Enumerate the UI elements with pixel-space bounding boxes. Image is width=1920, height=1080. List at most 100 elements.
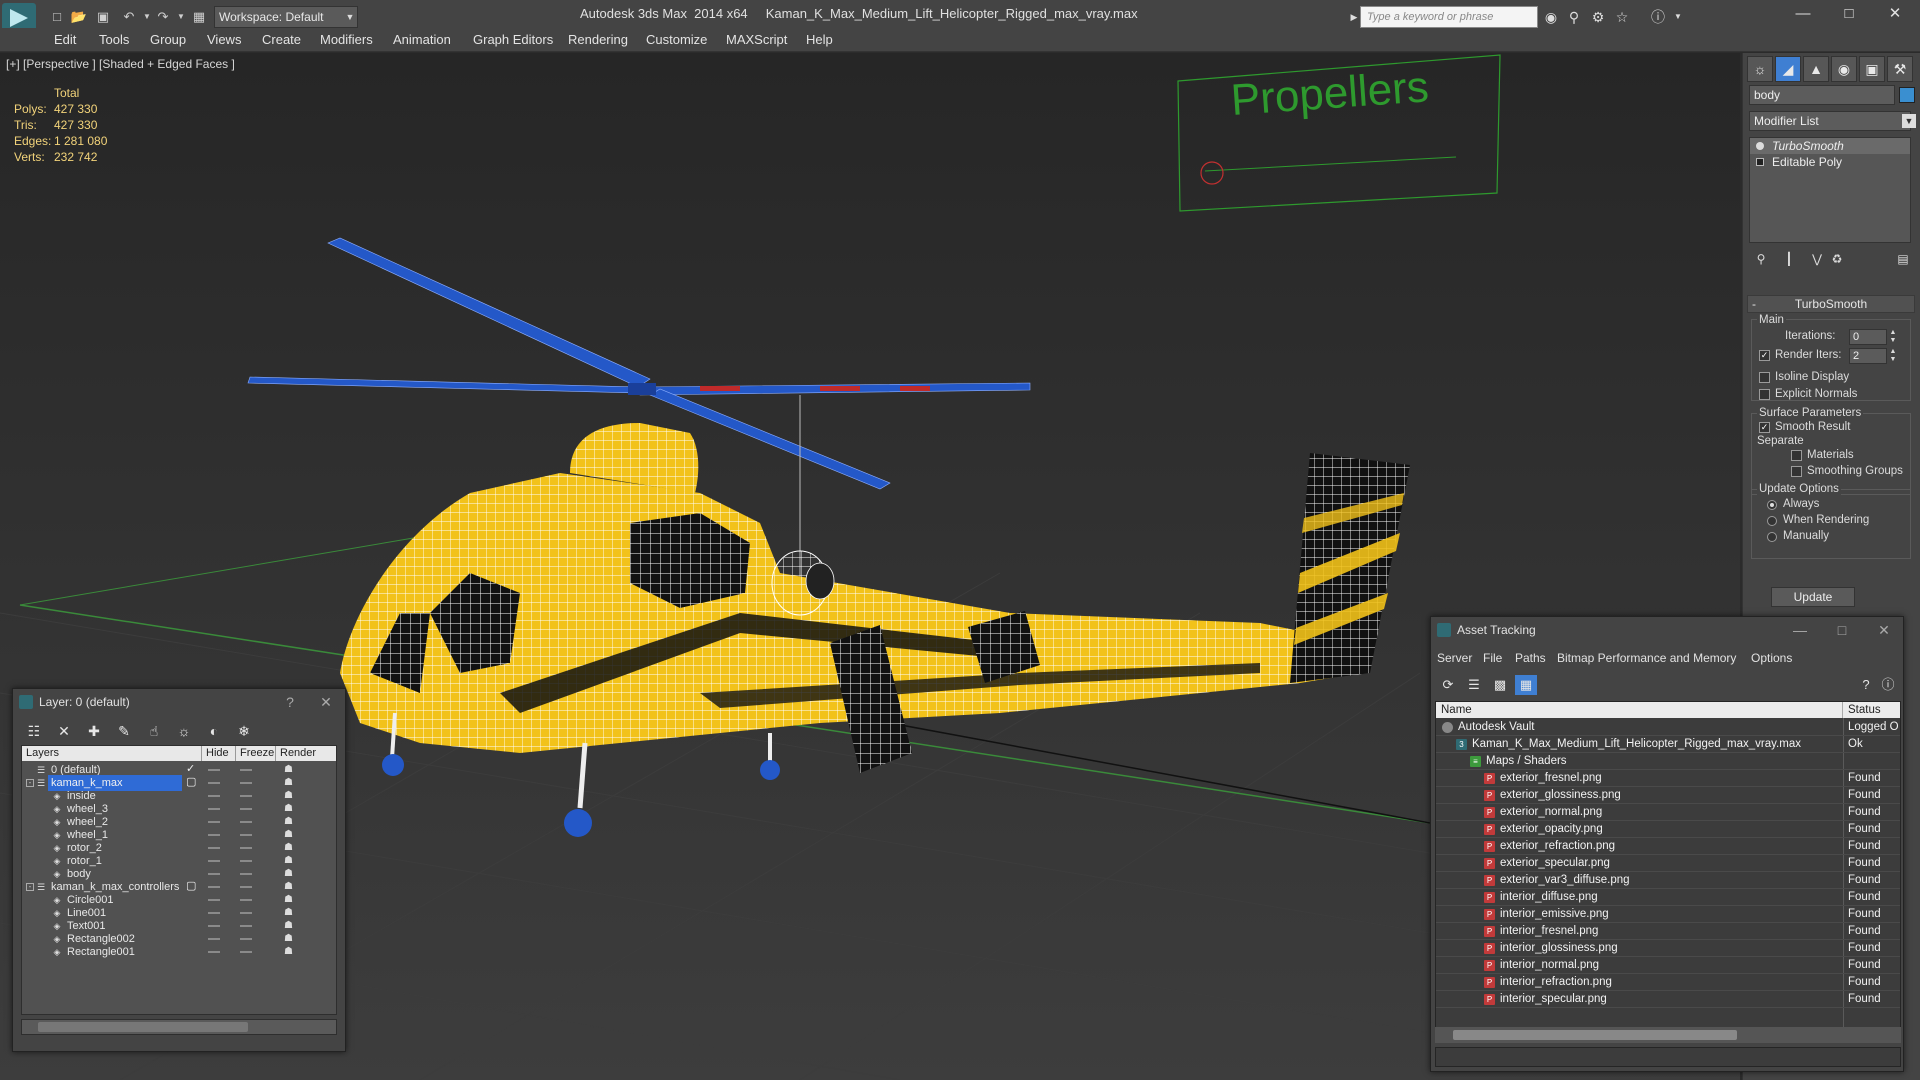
asset-row[interactable]: Pexterior_normal.png Found [1436,804,1900,821]
hide-toggle[interactable] [208,834,220,836]
stack-item-editable-poly[interactable]: Editable Poly [1750,154,1910,170]
asset-row[interactable]: Pexterior_glossiness.png Found [1436,787,1900,804]
render-teapot-icon[interactable]: ☗ [284,804,296,814]
freeze-toggle[interactable] [240,834,252,836]
freeze-toggle[interactable] [240,808,252,810]
stack-item-turbosmooth[interactable]: TurboSmooth [1750,138,1910,154]
set-active-icon[interactable]: ▢ [186,777,197,788]
freeze-toggle[interactable] [240,873,252,875]
horizontal-scrollbar[interactable] [21,1019,337,1035]
menu-customize[interactable]: Customize [646,32,707,47]
render-teapot-icon[interactable]: ☗ [284,908,296,918]
remove-modifier-icon[interactable]: ♻ [1827,250,1847,268]
asset-row[interactable]: Pinterior_diffuse.png Found [1436,889,1900,906]
freeze-toggle[interactable] [240,782,252,784]
when-rendering-radio[interactable] [1767,516,1777,526]
render-teapot-icon[interactable]: ☗ [284,895,296,905]
object-color-swatch[interactable] [1899,87,1915,103]
configure-sets-icon[interactable]: ▤ [1893,250,1913,268]
hide-toggle[interactable] [208,938,220,940]
menu-graph-editors[interactable]: Graph Editors [473,32,553,47]
menu-group[interactable]: Group [150,32,186,47]
maximize-button[interactable]: □ [1829,617,1855,643]
set-active-icon[interactable]: ▢ [186,881,197,892]
column-render[interactable]: Render [276,746,336,761]
display-tab-icon[interactable]: ▣ [1859,56,1885,82]
thumbnail-view-icon[interactable]: ▩ [1489,675,1511,695]
object-name-field[interactable]: body [1749,85,1895,105]
turbosmooth-rollout-header[interactable]: - TurboSmooth [1747,295,1915,313]
freeze-toggle[interactable] [240,821,252,823]
collapse-icon[interactable]: - [26,779,34,787]
asset-row[interactable]: Pexterior_specular.png Found [1436,855,1900,872]
render-teapot-icon[interactable]: ☗ [284,765,296,775]
render-teapot-icon[interactable]: ☗ [284,817,296,827]
render-teapot-icon[interactable]: ☗ [284,921,296,931]
search-input[interactable]: Type a keyword or phrase [1360,6,1538,28]
menu-animation[interactable]: Animation [393,32,451,47]
menu-options[interactable]: Options [1751,651,1792,665]
hide-toggle[interactable] [208,912,220,914]
info-icon[interactable]: ⓘ [1877,675,1899,695]
expand-icon[interactable] [1756,158,1764,166]
freeze-toggle[interactable] [240,899,252,901]
hide-toggle[interactable] [208,899,220,901]
freeze-all-icon[interactable]: ❄ [233,721,255,741]
select-layer-icon[interactable]: ☝ [143,721,165,741]
isoline-display-checkbox[interactable] [1759,372,1770,383]
asset-row[interactable]: Pinterior_specular.png Found [1436,991,1900,1008]
active-layer-check-icon[interactable]: ✓ [186,764,197,775]
hide-toggle[interactable] [208,873,220,875]
hide-toggle[interactable] [208,886,220,888]
render-teapot-icon[interactable]: ☗ [284,830,296,840]
freeze-toggle[interactable] [240,860,252,862]
help-icon[interactable]: ⓘ [1648,8,1668,26]
highlight-layer-icon[interactable]: ☼ [173,721,195,741]
scrollbar-thumb[interactable] [1453,1030,1737,1040]
minimize-button[interactable]: — [1780,0,1826,28]
asset-row[interactable]: Autodesk Vault Logged O [1436,719,1900,736]
create-tab-icon[interactable]: ☼ [1747,56,1773,82]
viewport-label[interactable]: [+] [Perspective ] [Shaded + Edged Faces… [6,57,235,71]
menu-rendering[interactable]: Rendering [568,32,628,47]
hide-toggle[interactable] [208,808,220,810]
close-button[interactable]: ✕ [1871,617,1897,643]
delete-layer-icon[interactable]: ✕ [53,721,75,741]
render-teapot-icon[interactable]: ☗ [284,934,296,944]
chevron-down-icon[interactable]: ▼ [342,6,358,28]
render-teapot-icon[interactable]: ☗ [284,947,296,957]
explicit-normals-checkbox[interactable] [1759,389,1770,400]
render-teapot-icon[interactable]: ☗ [284,843,296,853]
help-icon[interactable]: ? [1855,675,1877,695]
menu-bitmap-performance[interactable]: Bitmap Performance and Memory [1557,651,1736,665]
scrollbar-thumb[interactable] [38,1022,248,1032]
column-freeze[interactable]: Freeze [236,746,276,761]
help-dropdown-icon[interactable]: ▼ [1668,8,1688,26]
hide-all-icon[interactable]: ◐ [203,721,225,741]
hide-toggle[interactable] [208,847,220,849]
menu-create[interactable]: Create [262,32,301,47]
render-teapot-icon[interactable]: ☗ [284,869,296,879]
menu-modifiers[interactable]: Modifiers [320,32,373,47]
freeze-toggle[interactable] [240,925,252,927]
spinner-arrows-icon[interactable]: ▲ ▼ [1889,329,1897,345]
freeze-toggle[interactable] [240,886,252,888]
menu-help[interactable]: Help [806,32,833,47]
asset-row[interactable]: Pinterior_emissive.png Found [1436,906,1900,923]
layer-row[interactable]: ◈ Rectangle001 ☗ [22,944,336,960]
menu-paths[interactable]: Paths [1515,651,1546,665]
freeze-toggle[interactable] [240,951,252,953]
freeze-toggle[interactable] [240,912,252,914]
asset-row[interactable]: Pexterior_refraction.png Found [1436,838,1900,855]
table-view-icon[interactable]: ▦ [1515,675,1537,695]
column-status[interactable]: Status [1843,702,1900,718]
helicopter-body[interactable] [340,423,1410,773]
update-button[interactable]: Update [1771,587,1855,607]
horizontal-scrollbar[interactable] [1435,1027,1901,1043]
project-folder-icon[interactable]: ▦ [190,9,208,25]
freeze-toggle[interactable] [240,769,252,771]
render-iters-checkbox[interactable]: ✓ [1759,350,1770,361]
motion-tab-icon[interactable]: ◉ [1831,56,1857,82]
column-hide[interactable]: Hide [202,746,236,761]
open-file-icon[interactable]: 📂 [70,9,88,25]
